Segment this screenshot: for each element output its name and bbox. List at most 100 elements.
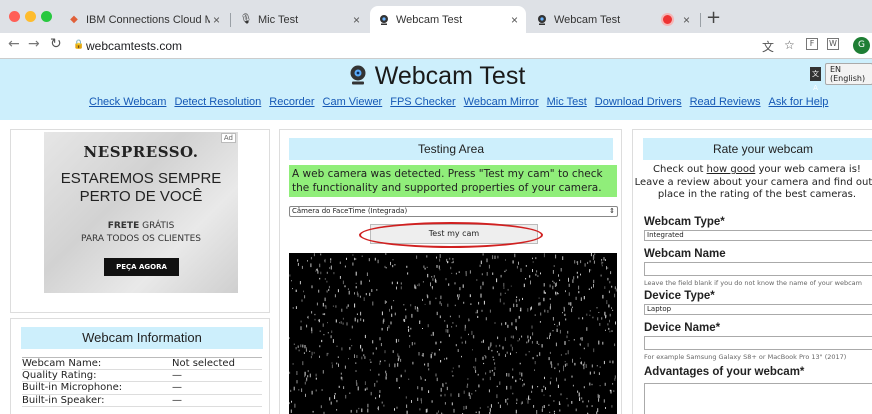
video-noise (289, 253, 617, 414)
profile-avatar[interactable]: G (853, 37, 870, 54)
tab-title: Webcam Test (396, 13, 463, 26)
ad-headline-line-2: PERTO DE VOCÊ (79, 188, 203, 205)
select-arrows-icon: ⇕ (609, 207, 615, 215)
video-preview (289, 253, 617, 414)
advantages-label: Advantages of your webcam* (644, 366, 805, 378)
webcam-info-title: Webcam Information (21, 327, 263, 349)
webcam-type-select[interactable]: Integrated (644, 230, 872, 241)
nav-link-fps-checker[interactable]: FPS Checker (390, 96, 455, 108)
forward-arrow-icon[interactable]: → (28, 36, 40, 52)
site-logo[interactable]: Webcam Test (0, 62, 872, 91)
nav-link-cam-viewer[interactable]: Cam Viewer (323, 96, 383, 108)
rate-intro: Check out how good your web camera is! L… (631, 164, 872, 202)
star-icon[interactable]: ☆ (784, 38, 795, 52)
device-type-select[interactable]: Laptop (644, 304, 872, 315)
extension-icon[interactable]: F (806, 38, 818, 50)
ad-sub-rest: GRÁTIS (142, 221, 175, 231)
webcam-favicon-icon (378, 14, 390, 26)
device-name-label: Device Name* (644, 322, 721, 334)
recording-indicator-icon (663, 15, 672, 24)
close-icon[interactable]: × (511, 13, 518, 27)
table-row: Built-in Microphone: — (22, 382, 262, 395)
rate-title: Rate your webcam (643, 138, 872, 160)
ibm-favicon-icon: ◆ (70, 14, 78, 25)
tab-title: IBM Connections Cloud Meeti (86, 13, 210, 26)
url-field[interactable]: webcamtests.com (86, 39, 182, 53)
window-zoom-button[interactable] (41, 11, 52, 22)
window-close-button[interactable] (9, 11, 20, 22)
nav-link-webcam-mirror[interactable]: Webcam Mirror (464, 96, 539, 108)
webcam-info-table: Webcam Name: Not selected Quality Rating:… (22, 357, 262, 407)
webcam-favicon-icon (536, 14, 548, 26)
ad-banner[interactable]: Ad NESPRESSO. ESTAREMOS SEMPRE PERTO DE … (44, 132, 238, 293)
back-arrow-icon[interactable]: ← (8, 36, 20, 52)
testing-area-panel: Testing Area A web camera was detected. … (279, 129, 622, 414)
webcam-name-input[interactable] (644, 262, 872, 276)
close-icon[interactable]: × (213, 13, 220, 27)
tab-webcam-test[interactable]: Webcam Test × (528, 6, 698, 33)
advantages-textarea[interactable] (644, 383, 872, 414)
nav-link-check-webcam[interactable]: Check Webcam (89, 96, 166, 108)
info-key: Built-in Microphone: (22, 382, 123, 393)
tab-separator (700, 13, 701, 27)
ad-brand: NESPRESSO. (83, 143, 199, 161)
language-selector[interactable]: 文A EN (English) (810, 63, 872, 92)
rate-intro-line-3: place in the rating of the best cameras. (657, 189, 857, 200)
info-key: Quality Rating: (22, 369, 97, 381)
window-minimize-button[interactable] (25, 11, 36, 22)
table-row: Quality Rating: — (22, 369, 262, 382)
webcam-name-label: Webcam Name (644, 248, 726, 260)
device-name-hint: For example Samsung Galaxy S8+ or MacBoo… (644, 353, 847, 361)
nav-link-detect-resolution[interactable]: Detect Resolution (174, 96, 261, 108)
tab-title: Mic Test (258, 13, 299, 26)
camera-select-value: Câmera do FaceTime (Integrada) (292, 207, 408, 215)
nav-link-download-drivers[interactable]: Download Drivers (595, 96, 682, 108)
webcam-logo-icon (347, 64, 369, 86)
new-tab-button[interactable]: + (706, 7, 721, 28)
close-icon[interactable]: × (353, 13, 360, 27)
table-row: Built-in Speaker: — (22, 394, 262, 407)
site-title: Webcam Test (374, 62, 526, 90)
ad-sub-line-2: PARA TODOS OS CLIENTES (80, 234, 201, 244)
language-flag-icon: 文A (810, 67, 821, 92)
webcam-name-hint: Leave the field blank if you do not know… (644, 279, 862, 287)
tab-mic-test[interactable]: 🎙 Mic Test × (232, 6, 368, 33)
ad-badge[interactable]: Ad (220, 133, 236, 143)
camera-select[interactable]: Câmera do FaceTime (Integrada) ⇕ (289, 206, 618, 217)
ad-sub-bold: FRETE (107, 221, 140, 231)
microphone-favicon-icon: 🎙 (239, 14, 253, 25)
close-icon[interactable]: × (683, 13, 690, 27)
extension-icon[interactable]: W (827, 38, 839, 50)
rate-intro-text: your web camera is! (755, 164, 861, 175)
ad-headline: ESTAREMOS SEMPRE PERTO DE VOCÊ (44, 170, 238, 206)
address-bar-row: ← → ↻ 🔒 webcamtests.com 文 ☆ F W G (0, 33, 872, 59)
nav-link-ask-for-help[interactable]: Ask for Help (769, 96, 829, 108)
info-key: Built-in Speaker: (22, 394, 105, 406)
rate-intro-text: Check out (653, 164, 707, 175)
device-type-label: Device Type* (644, 290, 715, 302)
site-header: Webcam Test 文A EN (English) Check Webcam… (0, 59, 872, 120)
tab-webcam-test-active[interactable]: Webcam Test × (370, 6, 526, 33)
browser-tab-bar: ◆ IBM Connections Cloud Meeti × 🎙 Mic Te… (0, 0, 872, 33)
translate-icon[interactable]: 文 (762, 38, 774, 55)
tab-separator (230, 13, 231, 27)
nav-link-recorder[interactable]: Recorder (269, 96, 314, 108)
info-value: Not selected (172, 358, 235, 369)
device-name-input[interactable] (644, 336, 872, 350)
site-nav: Check Webcam Detect Resolution Recorder … (89, 96, 828, 108)
language-button[interactable]: EN (English) (824, 63, 872, 85)
how-good-link[interactable]: how good (707, 164, 756, 175)
rate-webcam-panel: Rate your webcam Check out how good your… (632, 129, 872, 414)
rate-intro-line-2: Leave a review about your camera and fin… (634, 176, 872, 188)
reload-icon[interactable]: ↻ (50, 36, 62, 52)
tab-ibm-connections[interactable]: ◆ IBM Connections Cloud Meeti × (60, 6, 228, 33)
ad-cta-button[interactable]: PEÇA AGORA (104, 258, 179, 276)
tab-title: Webcam Test (554, 13, 621, 26)
highlight-annotation (359, 222, 543, 248)
info-key: Webcam Name: (22, 358, 102, 369)
ad-subtext: FRETE GRÁTIS PARA TODOS OS CLIENTES (44, 220, 238, 246)
ad-panel: Ad NESPRESSO. ESTAREMOS SEMPRE PERTO DE … (10, 129, 270, 313)
nav-link-mic-test[interactable]: Mic Test (547, 96, 587, 108)
webcam-type-label: Webcam Type* (644, 216, 725, 228)
nav-link-read-reviews[interactable]: Read Reviews (690, 96, 761, 108)
